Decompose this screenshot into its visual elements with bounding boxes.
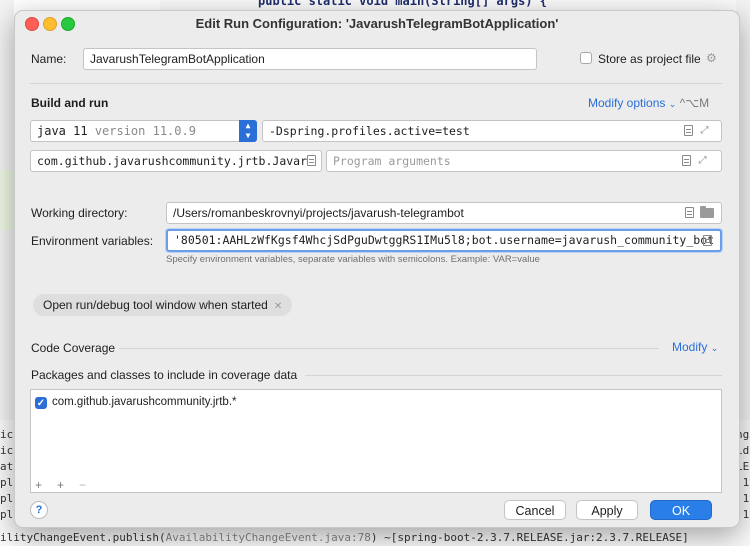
name-label: Name: <box>31 52 67 66</box>
environment-variables-label: Environment variables: <box>31 234 154 248</box>
expand-icon[interactable]: ⤢ <box>699 125 710 136</box>
apply-button[interactable]: Apply <box>576 500 638 520</box>
working-directory-icons <box>685 206 714 218</box>
environment-variables-icons <box>703 235 712 246</box>
working-directory-value: /Users/romanbeskrovnyi/projects/javarush… <box>173 206 464 220</box>
close-icon[interactable]: ✕ <box>274 301 282 312</box>
code-coverage-heading: Code Coverage <box>31 341 116 355</box>
program-arguments-icons: ⤢ <box>682 155 708 166</box>
modify-coverage-label: Modify <box>672 340 708 354</box>
program-arguments-field[interactable]: Program arguments <box>326 150 722 172</box>
build-and-run-heading: Build and run <box>31 96 109 110</box>
modify-coverage-link[interactable]: Modify ⌄ <box>672 340 718 354</box>
modify-options-link[interactable]: Modify options ⌄ ^⌥M <box>588 96 709 110</box>
modify-options-shortcut: ^⌥M <box>679 96 710 110</box>
run-configuration-dialog: Edit Run Configuration: 'JavarushTelegra… <box>14 10 740 528</box>
open-tool-window-option[interactable]: Open run/debug tool window when started ✕ <box>33 294 293 316</box>
environment-variables-hint: Specify environment variables, separate … <box>166 254 540 265</box>
vm-options-icons: ⤢ <box>684 125 710 136</box>
package-label: com.github.javarushcommunity.jrtb.* <box>52 396 237 408</box>
environment-variables-value: '80501:AAHLzWfKgsf4WhcjSdPguDwtggRS1IMu5… <box>174 233 715 247</box>
document-icon[interactable] <box>684 125 693 136</box>
name-field[interactable]: JavarushTelegramBotApplication <box>83 48 537 70</box>
environment-variables-field[interactable]: '80501:AAHLzWfKgsf4WhcjSdPguDwtggRS1IMu5… <box>166 229 722 252</box>
divider <box>30 83 722 84</box>
document-icon[interactable] <box>682 155 691 166</box>
dropdown-arrows-icon[interactable]: ▲ ▼ <box>239 120 257 142</box>
document-icon[interactable] <box>703 235 712 246</box>
remove-button[interactable]: − <box>79 478 86 492</box>
main-class-value: com.github.javarushcommunity.jrtb.Javar <box>37 154 308 168</box>
console-bottom-line: ilityChangeEvent.publish(AvailabilityCha… <box>0 531 689 544</box>
store-as-project-file-label: Store as project file <box>598 52 701 66</box>
console-bottom-link[interactable]: AvailabilityChangeEvent.java:78 <box>166 531 371 544</box>
coverage-packages-list: ✓ com.github.javarushcommunity.jrtb.* <box>30 389 722 493</box>
dialog-title: Edit Run Configuration: 'JavarushTelegra… <box>195 16 559 31</box>
working-directory-field[interactable]: /Users/romanbeskrovnyi/projects/javarush… <box>166 202 722 224</box>
coverage-toolbar: + + − <box>30 478 722 493</box>
ok-button[interactable]: OK <box>650 500 712 520</box>
packages-label: Packages and classes to include in cover… <box>31 368 298 382</box>
jdk-name: java 11 <box>37 124 88 138</box>
main-class-icons <box>307 155 316 166</box>
chevron-down-icon: ⌄ <box>668 99 677 109</box>
code-line-main: public static void main(String[] args) { <box>258 0 547 8</box>
console-bottom-prefix: ilityChangeEvent.publish( <box>0 531 166 544</box>
divider <box>119 348 659 349</box>
store-as-project-file-checkbox[interactable] <box>580 52 592 64</box>
ide-gutter-highlight <box>0 170 14 230</box>
open-tool-window-label: Open run/debug tool window when started <box>43 298 268 312</box>
program-arguments-placeholder: Program arguments <box>333 154 451 168</box>
console-bottom-suffix: ) ~[spring-boot-2.3.7.RELEASE.jar:2.3.7.… <box>370 531 689 544</box>
expand-icon[interactable]: ⤢ <box>697 155 708 166</box>
jdk-select[interactable]: java 11 version 11.0.9 ▲ ▼ <box>30 120 257 142</box>
folder-icon[interactable] <box>700 206 714 218</box>
help-button[interactable]: ? <box>30 501 48 519</box>
add-class-button[interactable]: + <box>57 478 64 492</box>
main-class-field[interactable]: com.github.javarushcommunity.jrtb.Javar <box>30 150 322 172</box>
chevron-down-icon: ⌄ <box>710 343 719 353</box>
vm-options-value: -Dspring.profiles.active=test <box>269 124 470 138</box>
working-directory-label: Working directory: <box>31 206 128 220</box>
document-icon[interactable] <box>685 207 694 218</box>
check-icon[interactable]: ✓ <box>35 397 47 409</box>
modify-options-label: Modify options <box>588 96 666 110</box>
vm-options-field[interactable]: -Dspring.profiles.active=test <box>262 120 722 142</box>
add-package-button[interactable]: + <box>35 478 42 492</box>
cancel-button[interactable]: Cancel <box>504 500 566 520</box>
dialog-titlebar: Edit Run Configuration: 'JavarushTelegra… <box>15 11 739 35</box>
document-icon[interactable] <box>307 155 316 166</box>
jdk-version: version 11.0.9 <box>94 124 196 138</box>
divider <box>305 375 722 376</box>
gear-icon[interactable]: ⚙ <box>706 51 717 65</box>
